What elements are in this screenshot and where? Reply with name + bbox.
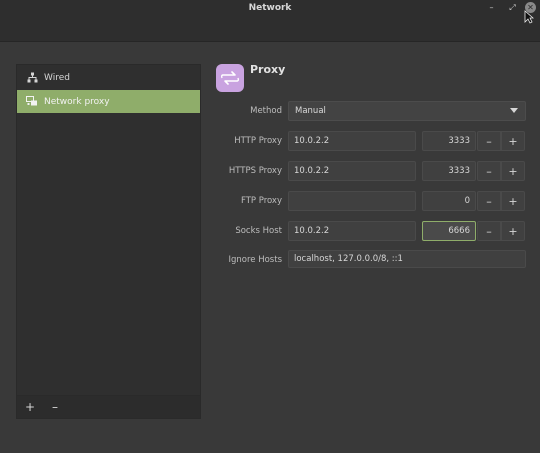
sidebar-item-network-proxy[interactable]: Network proxy	[17, 90, 200, 113]
socks-port-increment-button[interactable]: +	[501, 221, 525, 241]
http-port-increment-button[interactable]: +	[501, 131, 525, 151]
socks-port-input[interactable]: 6666	[422, 221, 476, 241]
ignore-hosts-label: Ignore Hosts	[228, 255, 282, 265]
https-proxy-port-input[interactable]: 3333	[422, 161, 476, 181]
http-proxy-label: HTTP Proxy	[234, 136, 282, 146]
chevron-down-icon	[510, 108, 518, 113]
ftp-proxy-host-input[interactable]	[288, 191, 416, 211]
remove-button[interactable]: –	[47, 400, 63, 414]
add-button[interactable]: +	[22, 400, 38, 414]
socks-host-input[interactable]: 10.0.2.2	[288, 221, 416, 241]
title-bar: Network – ⤢ ✕	[0, 0, 540, 42]
sidebar-item-wired[interactable]: Wired	[17, 65, 200, 90]
sidebar-item-label: Wired	[44, 72, 70, 83]
ignore-hosts-input[interactable]: localhost, 127.0.0.0/8, ::1	[288, 250, 526, 268]
minimize-button[interactable]: –	[486, 2, 497, 13]
network-proxy-icon	[26, 96, 38, 108]
mouse-cursor-icon	[524, 10, 534, 24]
https-proxy-label: HTTPS Proxy	[228, 166, 282, 176]
https-port-decrement-button[interactable]: –	[477, 161, 501, 181]
socks-host-label: Socks Host	[235, 226, 282, 236]
sidebar-item-label: Network proxy	[44, 96, 110, 107]
panel-title: Proxy	[250, 63, 286, 76]
https-proxy-host-input[interactable]: 10.0.2.2	[288, 161, 416, 181]
socks-port-decrement-button[interactable]: –	[477, 221, 501, 241]
http-proxy-host-input[interactable]: 10.0.2.2	[288, 131, 416, 151]
window-title: Network	[248, 3, 292, 13]
sidebar-actions: + –	[16, 395, 201, 419]
http-port-decrement-button[interactable]: –	[477, 131, 501, 151]
network-wired-icon	[26, 72, 38, 84]
method-select[interactable]: Manual	[288, 101, 526, 121]
method-value: Manual	[295, 106, 326, 116]
method-label: Method	[250, 106, 282, 116]
main-content: Wired Network proxy + – Proxy Method Man	[0, 42, 540, 453]
http-proxy-port-input[interactable]: 3333	[422, 131, 476, 151]
https-port-increment-button[interactable]: +	[501, 161, 525, 181]
maximize-button[interactable]: ⤢	[507, 2, 518, 13]
proxy-icon	[216, 64, 244, 92]
ftp-proxy-port-input[interactable]: 0	[422, 191, 476, 211]
ftp-proxy-label: FTP Proxy	[240, 196, 282, 206]
ftp-port-increment-button[interactable]: +	[501, 191, 525, 211]
ftp-port-decrement-button[interactable]: –	[477, 191, 501, 211]
sidebar: Wired Network proxy	[16, 64, 201, 397]
